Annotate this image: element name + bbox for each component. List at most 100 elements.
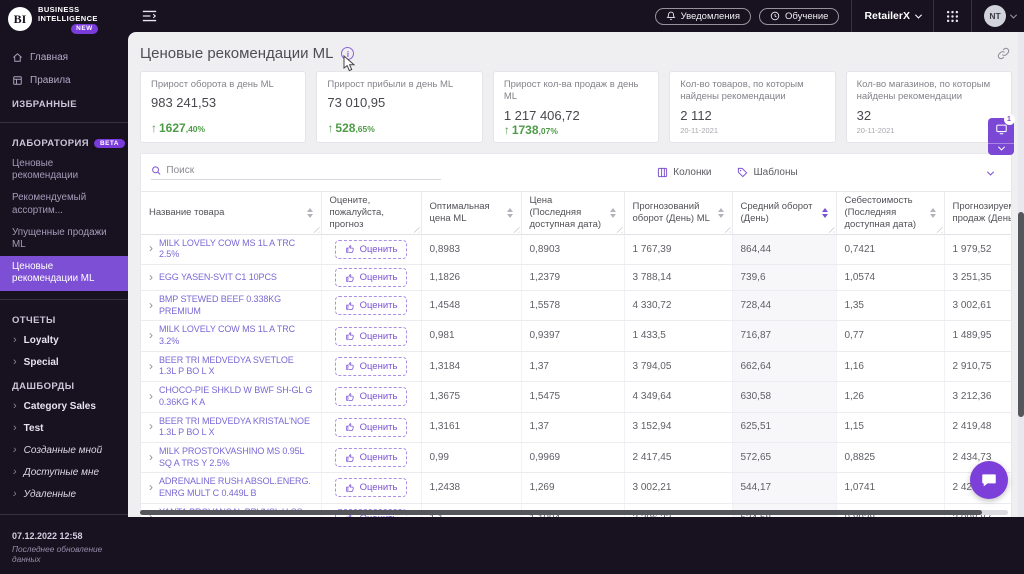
product-link[interactable]: BEER TRI MEDVEDYA KRISTAL'NOE 1.3L P BO … bbox=[159, 416, 313, 439]
row-expand-icon[interactable]: › bbox=[149, 328, 153, 343]
expand-caret-icon: › bbox=[13, 355, 17, 368]
dashboards-section-header[interactable]: ДАШБОРДЫ bbox=[0, 374, 128, 396]
sidebar-item-home[interactable]: Главная bbox=[0, 46, 128, 69]
sidebar-item-rules[interactable]: Правила bbox=[0, 69, 128, 92]
rate-button[interactable]: Оценить bbox=[334, 387, 408, 407]
cell-cost: 0,7421 bbox=[836, 234, 945, 266]
panel-collapse-icon[interactable] bbox=[986, 163, 995, 181]
sidebar-item-label: Правила bbox=[30, 74, 71, 86]
lab-section-header[interactable]: ЛАБОРАТОРИЯ BETA bbox=[0, 131, 128, 153]
product-link[interactable]: BEER TRI MEDVEDYA SVETLOE 1.3L P BO L X bbox=[159, 355, 313, 378]
cell-avg-turnover: 625,51 bbox=[732, 412, 837, 443]
cell-forecast-turnover: 2 417,45 bbox=[624, 442, 733, 474]
col-header-optimal-price: Оптимальная цена ML bbox=[421, 191, 522, 235]
apps-grid-icon[interactable] bbox=[946, 10, 959, 23]
sidebar-item-available-to-me[interactable]: › Доступные мне bbox=[0, 462, 128, 484]
app-logo[interactable]: BI BUSINESS INTELLIGENCE NEW bbox=[0, 0, 128, 38]
table-row: › EGG YASEN-SVIT C1 10PCS Оценить 1,1826 … bbox=[141, 264, 1011, 291]
kpi-card-sales: Прирост кол-ва продаж в день ML 1 217 40… bbox=[492, 71, 660, 143]
sidebar-toggle-icon[interactable] bbox=[142, 10, 157, 22]
row-expand-icon[interactable]: › bbox=[149, 298, 153, 313]
table-row: › MILK LOVELY COW MS 1L A TRC 2.5% Оценит… bbox=[141, 234, 1011, 266]
sidebar-item-created-by-me[interactable]: › Созданные мной bbox=[0, 440, 128, 462]
widget-collapse-button[interactable] bbox=[988, 143, 1014, 155]
sort-icon[interactable] bbox=[929, 207, 936, 218]
sort-icon[interactable] bbox=[306, 207, 313, 218]
kpi-date: 20-11-2021 bbox=[680, 126, 719, 135]
product-link[interactable]: CHOCO-PIE SHKLD W BWF SH-GL G 0.36KG K A bbox=[159, 385, 313, 408]
product-link[interactable]: MILK PROSTOKVASHINO MS 0.95L SQ A TRS Y … bbox=[159, 446, 313, 469]
column-resize-handle[interactable] bbox=[614, 224, 623, 233]
columns-button[interactable]: Колонки bbox=[657, 167, 711, 178]
column-resize-handle[interactable] bbox=[934, 224, 943, 233]
row-expand-icon[interactable]: › bbox=[149, 242, 153, 256]
column-resize-handle[interactable] bbox=[722, 224, 731, 233]
rate-button[interactable]: Оценить bbox=[334, 326, 408, 346]
notification-count-badge: 1 bbox=[1003, 114, 1015, 125]
sidebar-item-lost-sales-ml[interactable]: Упущенные продажи ML bbox=[0, 222, 128, 256]
column-resize-handle[interactable] bbox=[411, 224, 420, 233]
horizontal-scrollbar-thumb[interactable] bbox=[140, 510, 982, 515]
row-expand-icon[interactable]: › bbox=[149, 389, 153, 404]
sort-icon[interactable] bbox=[717, 207, 724, 218]
sidebar-item-deleted[interactable]: › Удаленные bbox=[0, 484, 128, 506]
share-link-icon[interactable] bbox=[997, 47, 1010, 60]
rate-button[interactable]: Оценить bbox=[334, 268, 408, 287]
cell-avg-turnover: 739,6 bbox=[732, 264, 837, 291]
chat-button[interactable] bbox=[970, 461, 1008, 499]
row-expand-icon[interactable]: › bbox=[149, 480, 153, 495]
product-link[interactable]: BMP STEWED BEEF 0.338KG PREMIUM bbox=[159, 294, 313, 317]
sort-icon-active[interactable] bbox=[821, 207, 828, 218]
column-resize-handle[interactable] bbox=[511, 224, 520, 233]
rate-button[interactable]: Оценить bbox=[334, 239, 408, 259]
row-expand-icon[interactable]: › bbox=[149, 270, 153, 285]
row-expand-icon[interactable]: › bbox=[149, 450, 153, 465]
sort-icon[interactable] bbox=[506, 207, 513, 218]
product-link[interactable]: ADRENALINE RUSH ABSOL.ENERG. ENRG MULT C… bbox=[159, 476, 313, 499]
sidebar-item-test[interactable]: › Test bbox=[0, 418, 128, 440]
column-resize-handle[interactable] bbox=[311, 224, 320, 233]
cell-avg-turnover: 716,87 bbox=[732, 320, 837, 352]
table-row: › MILK LOVELY COW MS 1L A TRC 3.2% Оценит… bbox=[141, 320, 1011, 352]
search-input[interactable] bbox=[166, 164, 441, 176]
screen-share-button[interactable]: 1 bbox=[995, 114, 1015, 143]
row-expand-icon[interactable]: › bbox=[149, 359, 153, 374]
sidebar-item-price-recommendations-ml[interactable]: Ценовые рекомендации ML bbox=[0, 256, 128, 291]
product-link[interactable]: EGG YASEN-SVIT C1 10PCS bbox=[159, 272, 277, 284]
row-expand-icon[interactable]: › bbox=[149, 419, 153, 434]
info-icon[interactable]: i bbox=[341, 47, 355, 60]
workspace-selector[interactable]: RetailerX bbox=[864, 10, 923, 22]
recommendations-table: Название товара Оцените, пожалуйста, про… bbox=[141, 191, 1011, 517]
templates-button[interactable]: Шаблоны bbox=[737, 167, 798, 178]
sidebar-item-recommended-assortment[interactable]: Рекомендуемый ассортим... bbox=[0, 187, 128, 221]
sort-icon[interactable] bbox=[609, 207, 616, 218]
sidebar-item-category-sales[interactable]: › Category Sales bbox=[0, 396, 128, 418]
title-row: Ценовые рекомендации ML i bbox=[128, 32, 1024, 69]
page-title: Ценовые рекомендации ML bbox=[140, 45, 334, 62]
sidebar-item-price-recommendations[interactable]: Ценовые рекомендации bbox=[0, 153, 128, 187]
reports-section-header[interactable]: ОТЧЕТЫ bbox=[0, 308, 128, 330]
product-link[interactable]: MILK LOVELY COW MS 1L A TRC 2.5% bbox=[159, 238, 313, 261]
rate-button[interactable]: Оценить bbox=[334, 448, 408, 468]
rate-button[interactable]: Оценить bbox=[334, 356, 408, 376]
column-resize-handle[interactable] bbox=[826, 224, 835, 233]
cell-optimal-price: 1,1826 bbox=[421, 264, 522, 291]
expand-caret-icon: › bbox=[13, 443, 17, 456]
training-button[interactable]: Обучение bbox=[759, 7, 840, 25]
rate-button[interactable]: Оценить bbox=[334, 296, 408, 316]
table-row: › BEER TRI MEDVEDYA KRISTAL'NOE 1.3L P BO… bbox=[141, 412, 1011, 443]
favorites-section-header[interactable]: ИЗБРАННЫЕ bbox=[0, 92, 128, 114]
vertical-scrollbar-thumb[interactable] bbox=[1018, 212, 1024, 417]
screen-icon bbox=[995, 124, 1007, 135]
rate-button[interactable]: Оценить bbox=[334, 478, 408, 498]
cell-price: 1,5475 bbox=[521, 381, 625, 413]
user-menu[interactable]: NT bbox=[984, 5, 1018, 27]
sidebar-item-loyalty[interactable]: › Loyalty bbox=[0, 330, 128, 352]
product-link[interactable]: MILK LOVELY COW MS 1L A TRC 3.2% bbox=[159, 324, 313, 347]
chevron-down-icon bbox=[914, 11, 923, 19]
sidebar-item-special[interactable]: › Special bbox=[0, 352, 128, 374]
rate-button[interactable]: Оценить bbox=[334, 417, 408, 437]
cell-avg-turnover: 728,44 bbox=[732, 290, 837, 322]
notifications-button[interactable]: Уведомления bbox=[654, 7, 752, 25]
expand-caret-icon: › bbox=[13, 487, 17, 500]
